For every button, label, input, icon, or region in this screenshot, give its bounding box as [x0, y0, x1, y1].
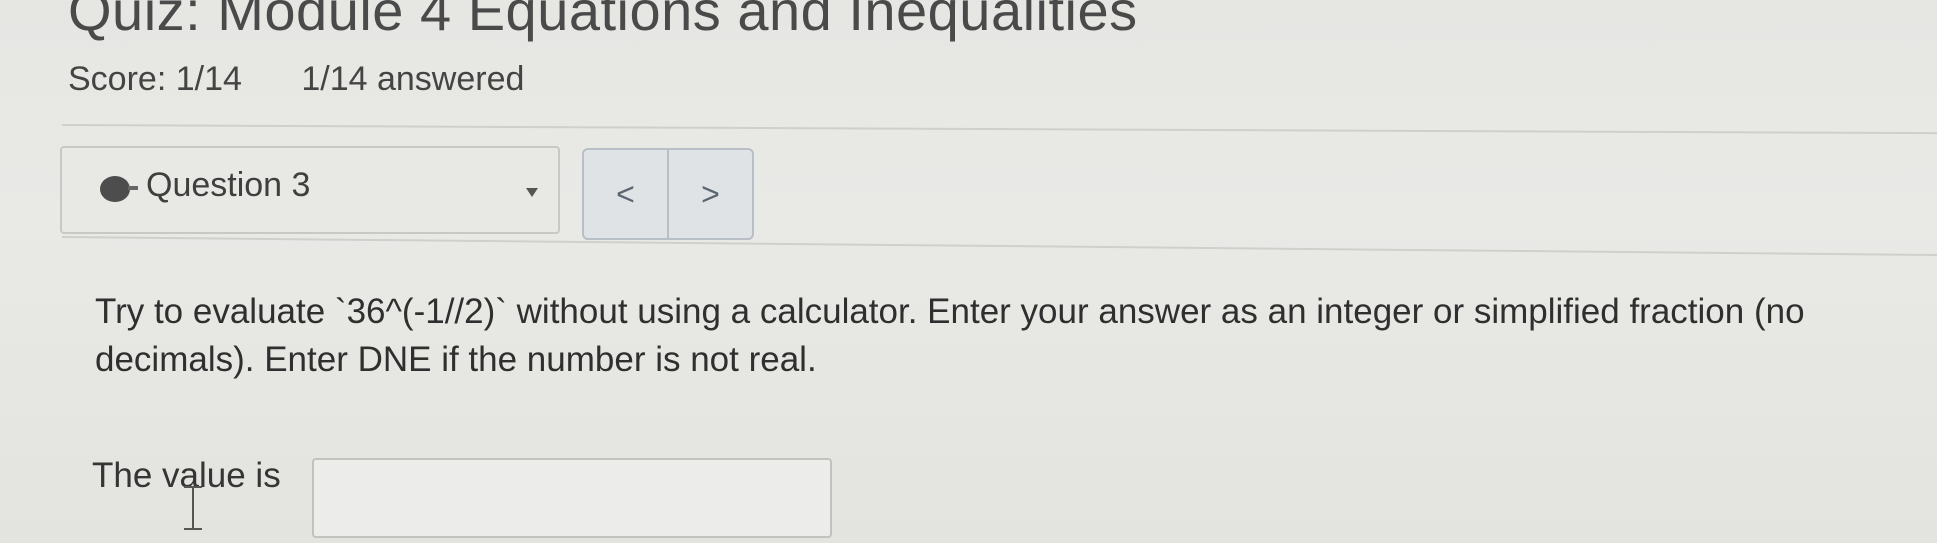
caret-down-icon[interactable] [526, 188, 538, 197]
score-row: Score: 1/14 1/14 answered [68, 60, 524, 99]
question-selector-label: Question 3 [146, 166, 311, 204]
status-tail [128, 186, 138, 190]
status-dot-icon [100, 176, 130, 202]
score-text: Score: 1/14 [68, 60, 242, 98]
next-question-button[interactable]: > [669, 150, 752, 238]
question-selector[interactable]: Question 3 [60, 146, 560, 234]
question-prompt: Try to evaluate `36^(-1//2)` without usi… [95, 292, 1805, 379]
answered-count: 1/14 answered [301, 60, 525, 98]
text-cursor-icon [184, 486, 210, 530]
divider-bottom [61, 236, 1937, 256]
answer-label: The value is [92, 456, 281, 495]
question-nav-buttons: < > [582, 148, 754, 240]
answer-input[interactable] [312, 458, 832, 538]
divider-top [61, 124, 1937, 135]
quiz-title: Quiz: Module 4 Equations and Inequalitie… [68, 0, 1138, 42]
previous-question-button[interactable]: < [584, 150, 669, 238]
